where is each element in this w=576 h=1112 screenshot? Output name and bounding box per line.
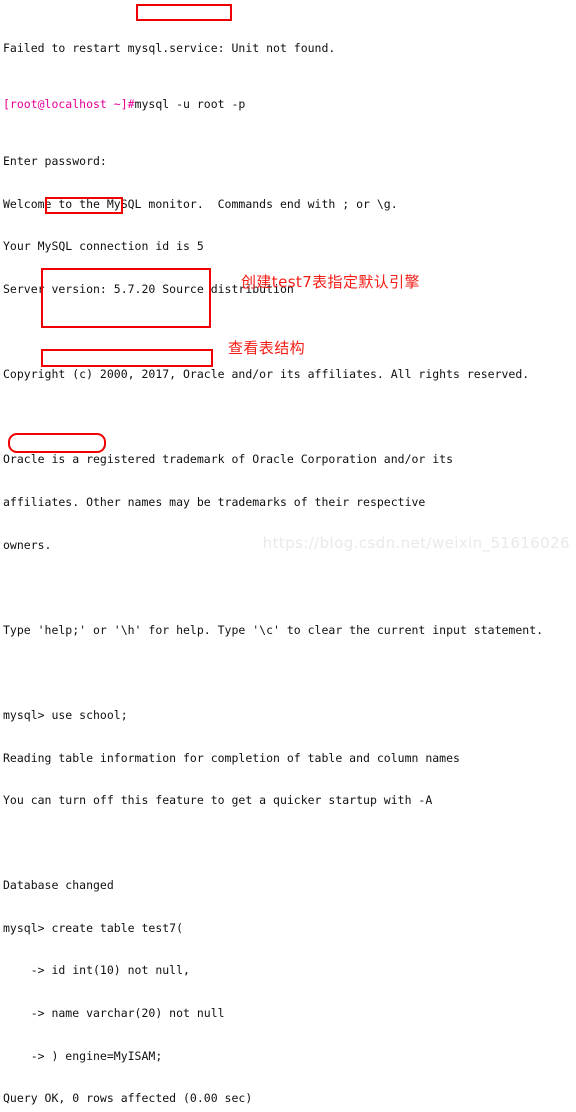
watermark: https://blog.csdn.net/weixin_51616026 — [262, 533, 570, 552]
shell-prompt: [root@localhost ~]# — [3, 97, 135, 112]
terminal-window[interactable]: Failed to restart mysql.service: Unit no… — [0, 0, 576, 1105]
terminal-line-create-engine: -> ) engine=MyISAM; — [3, 1048, 163, 1063]
terminal-line-prompt-login: [root@localhost ~]#mysql -u root -p — [3, 97, 543, 111]
terminal-line-create-col-name: -> name varchar(20) not null — [3, 1006, 225, 1021]
terminal-output: Failed to restart mysql.service: Unit no… — [3, 0, 543, 1112]
terminal-line: You can turn off this feature to get a q… — [3, 793, 433, 808]
terminal-line: Reading table information for completion… — [3, 750, 460, 765]
terminal-line: Failed to restart mysql.service: Unit no… — [3, 40, 336, 55]
terminal-line: Type 'help;' or '\h' for help. Type '\c'… — [3, 622, 544, 637]
terminal-line-query-ok: Query OK, 0 rows affected (0.00 sec) — [3, 1091, 253, 1106]
annotation-create-table: 创建test7表指定默认引擎 — [241, 273, 420, 291]
terminal-line: Database changed — [3, 878, 114, 893]
terminal-line: Your MySQL connection id is 5 — [3, 239, 204, 254]
terminal-line: Welcome to the MySQL monitor. Commands e… — [3, 196, 398, 211]
terminal-line-use-school: mysql> use school; — [3, 707, 128, 722]
terminal-line: Oracle is a registered trademark of Orac… — [3, 452, 454, 467]
terminal-line: Copyright (c) 2000, 2017, Oracle and/or … — [3, 367, 530, 382]
terminal-line-create-table: mysql> create table test7( — [3, 920, 184, 935]
terminal-line: Enter password: — [3, 154, 107, 169]
terminal-line: affiliates. Other names may be trademark… — [3, 494, 426, 509]
shell-command-mysql-login: mysql -u root -p — [134, 97, 246, 112]
annotation-show-structure: 查看表结构 — [228, 339, 306, 357]
terminal-line-create-col-id: -> id int(10) not null, — [3, 963, 190, 978]
